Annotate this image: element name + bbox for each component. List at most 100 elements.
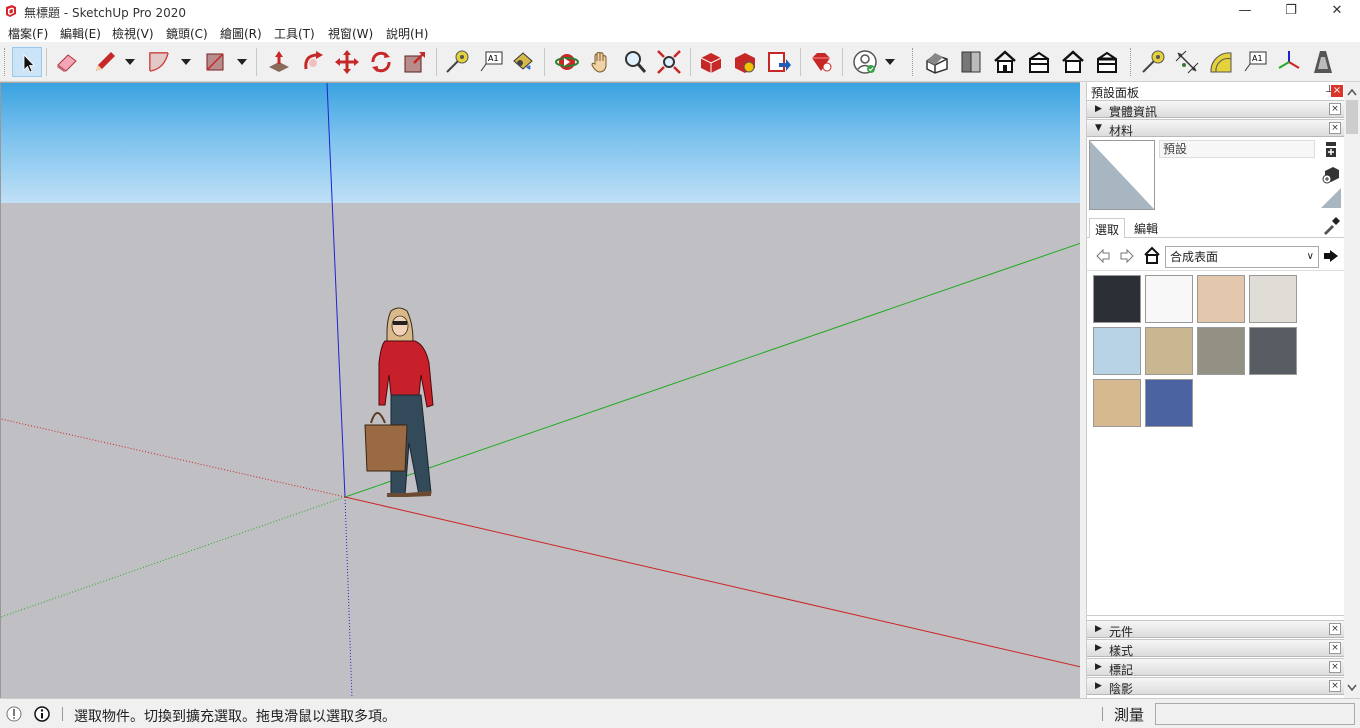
default-material-icon[interactable] bbox=[1321, 188, 1341, 208]
line-dropdown-chevron-down-icon[interactable] bbox=[124, 56, 136, 68]
info-icon[interactable] bbox=[34, 706, 50, 722]
scale-tool-button[interactable] bbox=[400, 47, 430, 77]
panel-close-icon[interactable]: × bbox=[1329, 642, 1341, 654]
menu-tools[interactable]: 工具(T) bbox=[274, 25, 315, 42]
dimension-tool-button[interactable] bbox=[1172, 47, 1202, 77]
tab-select[interactable]: 選取 bbox=[1089, 218, 1126, 238]
panel-styles[interactable]: ▶ 樣式 × bbox=[1087, 639, 1345, 658]
sample-paint-eyedropper-icon[interactable] bbox=[1321, 216, 1341, 236]
orbit-tool-button[interactable] bbox=[552, 47, 582, 77]
section-plane-tool-button[interactable] bbox=[1308, 47, 1338, 77]
display-secondary-pane-icon[interactable] bbox=[1321, 140, 1341, 160]
rotate-icon bbox=[371, 51, 391, 73]
panel-close-icon[interactable]: × bbox=[1329, 623, 1341, 635]
tray-close-button[interactable]: × bbox=[1331, 85, 1343, 97]
right-view-button[interactable] bbox=[1024, 47, 1054, 77]
menu-draw[interactable]: 繪圖(R) bbox=[220, 25, 262, 42]
create-material-icon[interactable] bbox=[1321, 164, 1341, 184]
top-view-button[interactable] bbox=[956, 47, 986, 77]
measurements-label: 測量 bbox=[1114, 706, 1145, 724]
panel-materials[interactable]: ▼ 材料 × bbox=[1087, 119, 1345, 138]
front-view-button[interactable] bbox=[990, 47, 1020, 77]
back-arrow-icon[interactable] bbox=[1095, 248, 1111, 264]
material-name-field[interactable]: 預設 bbox=[1159, 140, 1315, 158]
scroll-down-icon[interactable] bbox=[1347, 684, 1357, 692]
arc-tool-button[interactable] bbox=[144, 47, 174, 77]
scale-figure-person[interactable] bbox=[364, 307, 434, 497]
material-swatch[interactable] bbox=[1093, 327, 1141, 375]
tray-scrollbar[interactable] bbox=[1344, 82, 1360, 698]
material-swatch[interactable] bbox=[1249, 327, 1297, 375]
select-tool-button[interactable] bbox=[12, 47, 42, 77]
material-swatch[interactable] bbox=[1197, 327, 1245, 375]
account-button[interactable] bbox=[850, 47, 880, 77]
follow-me-tool-button[interactable] bbox=[298, 47, 328, 77]
panel-close-icon[interactable]: × bbox=[1329, 661, 1341, 673]
menu-view[interactable]: 檢視(V) bbox=[112, 25, 154, 42]
text-tool-button[interactable]: A1 bbox=[476, 47, 506, 77]
material-swatch[interactable] bbox=[1197, 275, 1245, 323]
material-swatch[interactable] bbox=[1093, 275, 1141, 323]
paint-bucket-tool-button[interactable] bbox=[508, 47, 538, 77]
toolbar-grip[interactable] bbox=[4, 48, 6, 76]
scroll-thumb[interactable] bbox=[1346, 100, 1358, 134]
iso-view-button[interactable] bbox=[922, 47, 952, 77]
menu-file[interactable]: 檔案(F) bbox=[8, 25, 48, 42]
rectangle-tool-button[interactable] bbox=[200, 47, 230, 77]
menu-help[interactable]: 說明(H) bbox=[386, 25, 428, 42]
menu-camera[interactable]: 鏡頭(C) bbox=[166, 25, 208, 42]
arc-dropdown-chevron-down-icon[interactable] bbox=[180, 56, 192, 68]
panel-close-icon[interactable]: × bbox=[1329, 122, 1341, 134]
material-swatch[interactable] bbox=[1249, 275, 1297, 323]
3d-warehouse-button[interactable] bbox=[696, 47, 726, 77]
account-dropdown-chevron-down-icon[interactable] bbox=[884, 56, 896, 68]
left-view-button[interactable] bbox=[1092, 47, 1122, 77]
panel-close-icon[interactable]: × bbox=[1329, 103, 1341, 115]
ruby-console-button[interactable] bbox=[806, 47, 836, 77]
panel-components[interactable]: ▶ 元件 × bbox=[1087, 620, 1345, 639]
minimize-button[interactable]: — bbox=[1222, 0, 1268, 22]
move-tool-button[interactable] bbox=[332, 47, 362, 77]
panel-entity-info[interactable]: ▶ 實體資訊 × bbox=[1087, 100, 1345, 119]
pan-tool-button[interactable] bbox=[586, 47, 616, 77]
send-to-layout-button[interactable] bbox=[764, 47, 794, 77]
collection-select-value: 合成表面 bbox=[1170, 250, 1219, 264]
panel-shadows[interactable]: ▶ 陰影 × bbox=[1087, 677, 1345, 696]
home-icon[interactable] bbox=[1143, 246, 1161, 264]
panel-tags[interactable]: ▶ 標記 × bbox=[1087, 658, 1345, 677]
toolbar-grip[interactable] bbox=[912, 48, 914, 76]
tape-measure-tool-button-2[interactable] bbox=[1138, 47, 1168, 77]
measurements-input[interactable] bbox=[1155, 703, 1355, 725]
zoom-tool-button[interactable] bbox=[620, 47, 650, 77]
menu-edit[interactable]: 編輯(E) bbox=[60, 25, 101, 42]
push-pull-tool-button[interactable] bbox=[264, 47, 294, 77]
restore-button[interactable]: ❐ bbox=[1268, 0, 1314, 22]
zoom-extents-tool-button[interactable] bbox=[654, 47, 684, 77]
tab-edit[interactable]: 編輯 bbox=[1129, 218, 1163, 238]
forward-arrow-icon[interactable] bbox=[1119, 248, 1135, 264]
3d-text-tool-button[interactable]: A1 bbox=[1240, 47, 1270, 77]
material-swatch[interactable] bbox=[1145, 275, 1193, 323]
back-view-button[interactable] bbox=[1058, 47, 1088, 77]
geolocation-icon[interactable] bbox=[6, 706, 22, 722]
extension-warehouse-button[interactable] bbox=[730, 47, 760, 77]
collection-select[interactable]: 合成表面 ∨ bbox=[1165, 246, 1319, 268]
rotate-tool-button[interactable] bbox=[366, 47, 396, 77]
menu-window[interactable]: 視窗(W) bbox=[328, 25, 373, 42]
material-swatch[interactable] bbox=[1145, 327, 1193, 375]
toolbar-grip[interactable] bbox=[1130, 48, 1132, 76]
material-swatch[interactable] bbox=[1093, 379, 1141, 427]
details-arrow-icon[interactable] bbox=[1323, 248, 1339, 264]
panel-close-icon[interactable]: × bbox=[1329, 680, 1341, 692]
axes-tool-button[interactable] bbox=[1274, 47, 1304, 77]
drawing-viewport[interactable] bbox=[0, 82, 1080, 698]
rectangle-dropdown-chevron-down-icon[interactable] bbox=[236, 56, 248, 68]
protractor-tool-button[interactable] bbox=[1206, 47, 1236, 77]
close-window-button[interactable]: ✕ bbox=[1314, 0, 1360, 22]
material-swatch[interactable] bbox=[1145, 379, 1193, 427]
line-tool-button[interactable] bbox=[90, 47, 120, 77]
tape-measure-tool-button[interactable] bbox=[442, 47, 472, 77]
scroll-up-icon[interactable] bbox=[1347, 88, 1357, 96]
eraser-tool-button[interactable] bbox=[52, 47, 82, 77]
select-icon bbox=[23, 54, 35, 73]
